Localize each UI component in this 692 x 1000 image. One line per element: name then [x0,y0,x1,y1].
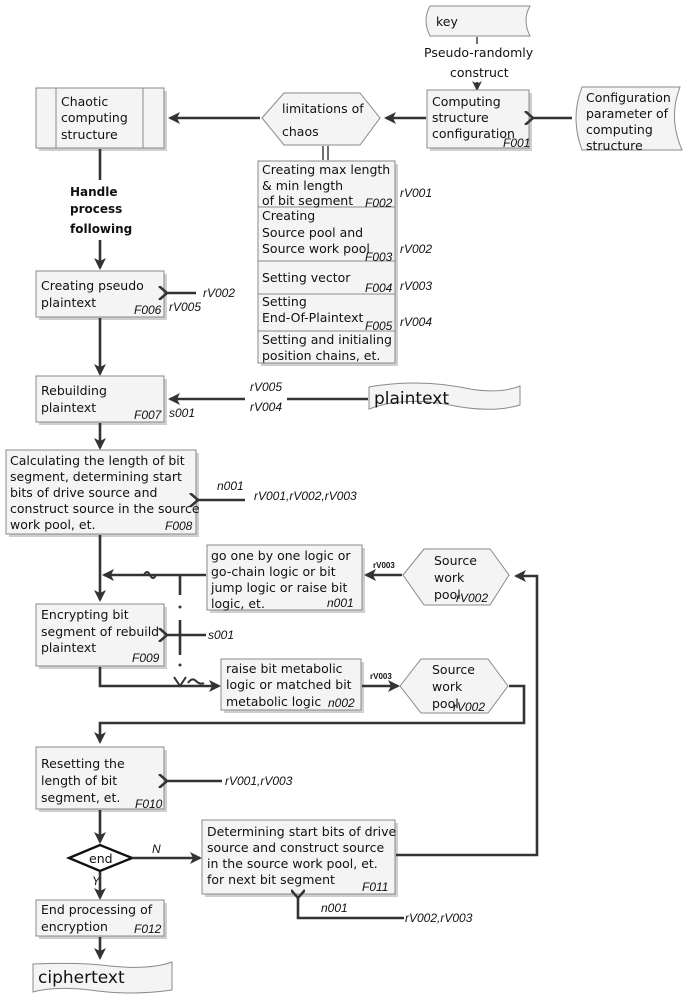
construct-label: construct [450,65,509,80]
f001-code: F001 [503,136,530,150]
n001-code: n001 [327,596,354,610]
f011-input-vars: rV002,rV003 [405,911,473,925]
f008-code: F008 [165,519,193,533]
node-f007: Rebuilding plaintext F007 [35,375,167,425]
f010-code: F010 [135,797,163,811]
node-f006: Creating pseudo plaintext F006 [35,270,167,320]
f004-code: F004 [365,281,393,295]
plaintext-edge-rv005: rV005 [250,380,282,394]
config-parameter-input: Configuration parameter of computing str… [575,86,683,153]
f008-input-vars: rV001,rV002,rV003 [254,489,357,503]
f005-code: F005 [365,319,393,333]
plaintext-label: plaintext [374,389,449,409]
key-label: key [436,14,458,29]
n001-edge-rv003: rV003 [373,561,395,570]
node-n001: go one by one logic or go-chain logic or… [206,544,365,613]
key-input: key [425,5,531,37]
node-f008: Calculating the length of bit segment, d… [5,449,200,537]
plaintext-edge-rv004: rV004 [250,400,282,414]
ciphertext-output: ciphertext [32,961,173,994]
decision-end: end [65,843,136,873]
init-list: Creating max length & min length of bit … [257,160,432,366]
f011-input-n001: n001 [321,901,348,915]
node-chaotic: Chaotic computing structure [35,87,167,151]
f007-code: F007 [134,408,163,422]
f003-code: F003 [365,250,393,264]
rv001-label: rV001 [400,186,432,200]
f010-input-vars: rV001,rV003 [225,774,293,788]
node-f001: Computing structure configuration F001 [426,89,532,151]
node-f012: End processing of encryption F012 [35,899,167,939]
f009-code: F009 [132,651,160,665]
f006-code: F006 [134,303,162,317]
init-f004-text: Setting vector [262,270,351,285]
node-source-pool-2: Source work pool rV002 [399,658,509,714]
node-limitations: limitations of chaos [261,92,381,146]
node-source-pool-1: Source work pool rV002 [402,548,510,606]
n002-edge-rv003: rV003 [370,672,392,681]
f008-input-n001: n001 [217,479,244,493]
node-n002: raise bit metabolic logic or matched bit… [220,658,364,713]
flowchart: key Pseudo-randomly construct Computing … [5,5,683,994]
rv004-label: rV004 [400,315,432,329]
pool1-code: rV002 [456,591,488,605]
decision-label: end [89,851,113,866]
decision-no-label: N [152,842,161,856]
f012-code: F012 [134,922,162,936]
handle-process-label: Handle process following [70,185,132,236]
f010-text: Resetting the length of bit segment, et. [41,756,129,805]
f007-input-s001: s001 [169,406,195,420]
f009-input-s001: s001 [208,628,234,642]
rv002-label: rV002 [400,242,432,256]
n002-code: n002 [328,696,355,710]
ciphertext-label: ciphertext [38,968,125,988]
f002-code: F002 [365,196,393,210]
pool2-code: rV002 [453,700,485,714]
node-f010: Resetting the length of bit segment, et.… [35,746,167,812]
node-f011: Determining start bits of drive source a… [201,819,398,897]
f006-input-rv005: rV005 [169,300,201,314]
pseudo-randomly-label: Pseudo-randomly [424,45,534,60]
node-f009: Encrypting bit segment of rebuild plaint… [35,603,167,669]
init-position-chains-text: Setting and initialing position chains, … [262,332,396,363]
rv003-label: rV003 [400,279,432,293]
f006-input-rv002: rV002 [203,286,235,300]
plaintext-input: plaintext [368,382,521,410]
f011-code: F011 [362,880,388,894]
